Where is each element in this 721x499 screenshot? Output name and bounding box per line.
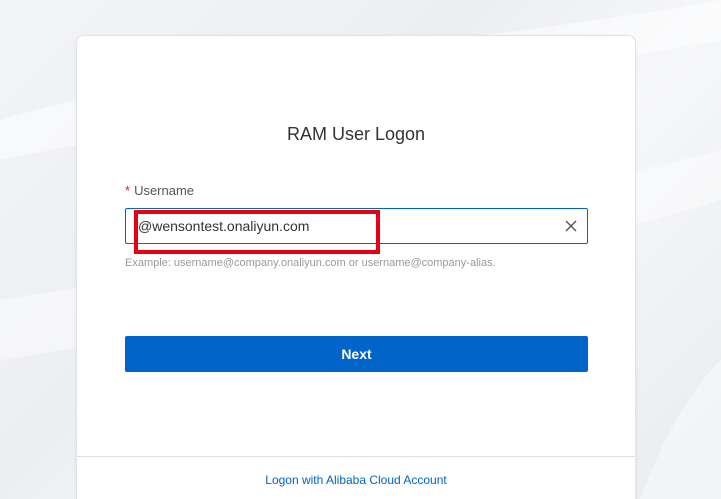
next-button[interactable]: Next [125,336,588,372]
close-icon[interactable] [563,218,579,234]
username-label-text: Username [134,183,195,198]
username-label: * Username [125,183,194,198]
page-title: RAM User Logon [286,124,426,144]
username-hint: Example: username@company.onaliyun.com o… [125,257,496,269]
alibaba-cloud-account-logon-link[interactable]: Logon with Alibaba Cloud Account [77,473,635,487]
divider [77,456,635,457]
login-card: RAM User Logon *Username Example: userna… [76,35,636,499]
required-mark: * [125,183,131,198]
username-input[interactable] [138,209,548,243]
username-field-wrapper [125,208,588,244]
